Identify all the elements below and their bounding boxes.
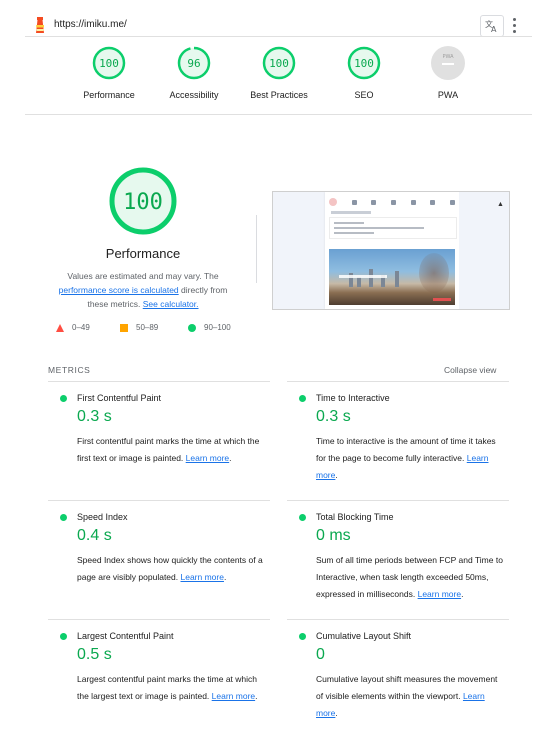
score-gauge: 96 [177, 46, 211, 80]
score-gauge: 100 [262, 46, 296, 80]
triangle-icon [56, 323, 64, 332]
svg-text:100: 100 [269, 57, 289, 70]
final-screenshot[interactable]: ▲ [272, 191, 510, 310]
metric-value: 0.5 s [77, 646, 112, 663]
metric-value: 0.3 s [77, 408, 112, 425]
metric-cumulative-layout-shift: Cumulative Layout Shift 0 Cumulative lay… [299, 629, 509, 729]
category-seo[interactable]: 100 SEO [319, 46, 409, 100]
translate-button[interactable]: 文 A [480, 15, 504, 37]
divider [256, 215, 257, 283]
category-scores: 100 Performance 96 Accessibility 100 Bes… [70, 46, 490, 106]
metric-description: Largest contentful paint marks the time … [77, 674, 258, 701]
category-pwa[interactable]: PWA PWA [403, 46, 493, 100]
pass-icon [60, 514, 67, 521]
metric-description: Sum of all time periods between FCP and … [316, 555, 503, 599]
metric-first-contentful-paint: First Contentful Paint 0.3 s First conte… [60, 391, 270, 491]
metric-value: 0 ms [316, 527, 351, 544]
legend-pass: 90–100 [188, 323, 231, 332]
performance-description: Values are estimated and may vary. The p… [58, 271, 228, 309]
performance-title: Performance [105, 246, 181, 261]
more-vert-icon[interactable] [508, 16, 520, 34]
svg-text:A: A [491, 25, 497, 33]
learn-more-link[interactable]: Learn more [186, 453, 229, 463]
metric-description: First contentful paint marks the time at… [77, 436, 260, 463]
top-bar: https://imiku.me/ 文 A [0, 0, 557, 37]
metric-value: 0 [316, 646, 325, 663]
pass-icon [299, 514, 306, 521]
metric-total-blocking-time: Total Blocking Time 0 ms Sum of all time… [299, 510, 509, 620]
lighthouse-icon [36, 17, 44, 33]
pass-icon [60, 633, 67, 640]
learn-more-link[interactable]: Learn more [181, 572, 224, 582]
metric-description: Cumulative layout shift measures the mov… [316, 674, 498, 718]
divider [48, 500, 270, 501]
category-label: Accessibility [169, 90, 219, 100]
svg-text:PWA: PWA [442, 54, 454, 60]
category-accessibility[interactable]: 96 Accessibility [149, 46, 239, 100]
category-label: PWA [437, 90, 459, 100]
metric-description: Speed Index shows how quickly the conten… [77, 555, 263, 582]
divider [25, 36, 532, 37]
metric-value: 0.4 s [77, 527, 112, 544]
collapse-view-button[interactable]: Collapse view [444, 365, 496, 375]
legend-average: 50–89 [120, 323, 158, 332]
learn-more-link[interactable]: Learn more [418, 589, 461, 599]
category-label: Best Practices [250, 90, 308, 100]
divider [287, 500, 509, 501]
divider [25, 114, 532, 115]
learn-more-link[interactable]: Learn more [212, 691, 255, 701]
metric-speed-index: Speed Index 0.4 s Speed Index shows how … [60, 510, 270, 610]
divider [287, 381, 509, 382]
category-label: SEO [354, 90, 374, 100]
legend-fail: 0–49 [56, 323, 90, 332]
score-gauge: 100 [347, 46, 381, 80]
category-best-practices[interactable]: 100 Best Practices [234, 46, 324, 100]
cursor-icon: ▲ [497, 201, 504, 208]
svg-text:100: 100 [123, 190, 163, 215]
score-legend: 0–49 50–89 90–100 [56, 323, 256, 335]
performance-gauge: 100 [109, 167, 177, 235]
metric-time-to-interactive: Time to Interactive 0.3 s Time to intera… [299, 391, 509, 491]
divider [48, 619, 270, 620]
divider [48, 381, 270, 382]
category-performance[interactable]: 100 Performance [64, 46, 154, 100]
metric-value: 0.3 s [316, 408, 351, 425]
translate-icon: 文 A [485, 19, 497, 33]
page-url[interactable]: https://imiku.me/ [54, 19, 127, 30]
score-calculated-link[interactable]: performance score is calculated [59, 285, 179, 295]
metrics-heading: METRICS [48, 365, 91, 375]
svg-text:100: 100 [99, 57, 119, 70]
metric-description: Time to interactive is the amount of tim… [316, 436, 496, 480]
score-gauge: 100 [92, 46, 126, 80]
svg-text:96: 96 [187, 57, 200, 70]
svg-text:100: 100 [354, 57, 374, 70]
metric-largest-contentful-paint: Largest Contentful Paint 0.5 s Largest c… [60, 629, 270, 729]
square-icon [120, 323, 128, 332]
divider [287, 619, 509, 620]
pass-icon [299, 633, 306, 640]
category-label: Performance [83, 90, 135, 100]
see-calculator-link[interactable]: See calculator. [143, 299, 199, 309]
circle-icon [188, 323, 196, 332]
pass-icon [60, 395, 67, 402]
pass-icon [299, 395, 306, 402]
pwa-badge-icon: PWA [431, 46, 465, 80]
